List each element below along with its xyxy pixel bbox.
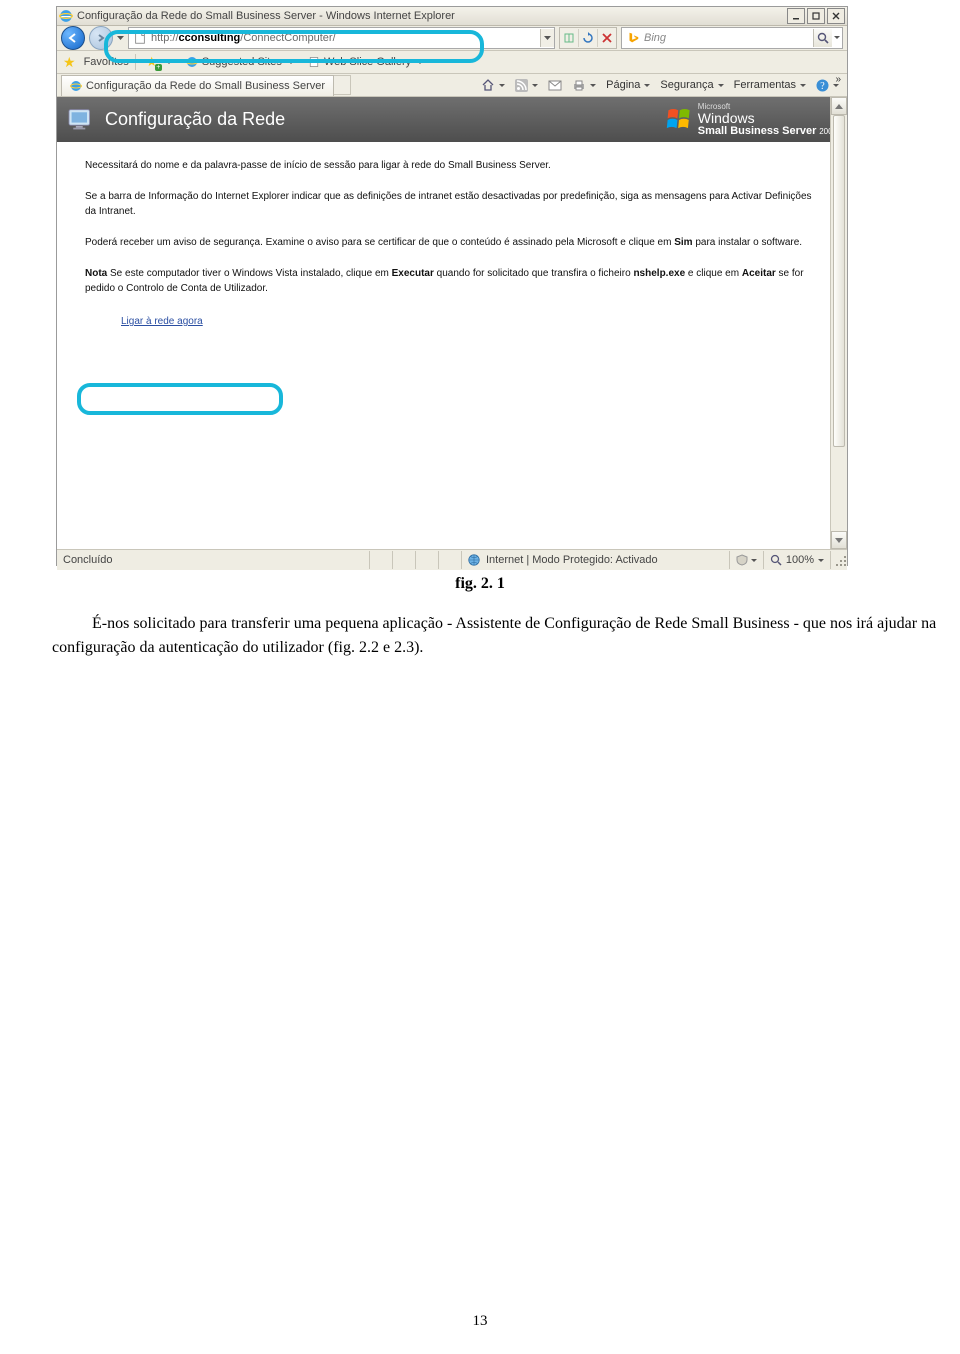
refresh-button[interactable] <box>578 29 597 47</box>
chevron-up-icon <box>835 104 843 109</box>
favorites-label[interactable]: Favoritos <box>84 56 129 68</box>
search-engine-label: Bing <box>644 32 813 44</box>
nav-row: http://cconsulting/ConnectComputer/ Bing <box>57 26 847 51</box>
address-url: http://cconsulting/ConnectComputer/ <box>151 32 540 44</box>
status-cell <box>439 551 462 569</box>
ie-icon <box>70 80 82 92</box>
status-zone: Internet | Modo Protegido: Activado <box>462 551 730 569</box>
window-titlebar: Configuração da Rede do Small Business S… <box>57 7 847 26</box>
page-title: Configuração da Rede <box>105 109 285 130</box>
compat-button[interactable] <box>560 29 578 47</box>
arrow-left-icon <box>67 32 79 44</box>
command-bar: Página Segurança Ferramentas ? » <box>477 75 843 95</box>
favorites-bar: ★ Favoritos ★ + Suggested Sites Web Slic… <box>57 51 847 74</box>
zoom-icon <box>770 554 782 566</box>
mail-icon <box>548 80 562 91</box>
monitor-icon <box>67 108 95 132</box>
close-button[interactable] <box>827 8 845 24</box>
resize-grip[interactable] <box>833 553 847 567</box>
print-button[interactable] <box>568 76 600 94</box>
chevron-down-icon <box>835 538 843 543</box>
home-button[interactable] <box>477 76 509 94</box>
search-dropdown[interactable] <box>832 36 842 40</box>
zoom-control[interactable]: 100% <box>764 551 831 569</box>
refresh-icon <box>582 32 594 44</box>
forward-button[interactable] <box>89 26 113 50</box>
connect-now-link[interactable]: Ligar à rede agora <box>121 316 203 327</box>
add-favorites-button[interactable]: ★ + <box>142 53 176 71</box>
search-box[interactable]: Bing <box>621 27 843 49</box>
favorites-star-icon[interactable]: ★ <box>63 54 76 71</box>
minimize-button[interactable] <box>787 8 805 24</box>
ie-icon <box>186 56 198 68</box>
status-bar: Concluído Internet | Modo Protegido: Act… <box>57 550 847 570</box>
stop-icon <box>602 33 612 43</box>
scroll-down-button[interactable] <box>831 531 847 549</box>
header-branding: Microsoft Windows Small Business Server … <box>666 103 837 137</box>
bing-icon <box>626 31 640 45</box>
arrow-right-icon <box>96 33 106 43</box>
search-button[interactable] <box>813 29 832 47</box>
svg-text:?: ? <box>820 81 825 92</box>
ie-icon <box>59 9 73 23</box>
window-buttons <box>787 8 845 24</box>
windows-flag-icon <box>666 107 692 133</box>
tab-row: Configuração da Rede do Small Business S… <box>57 74 847 97</box>
window-title: Configuração da Rede do Small Business S… <box>77 10 787 22</box>
page-header: Configuração da Rede Microsoft Windows S… <box>57 97 847 142</box>
status-cell <box>393 551 416 569</box>
stop-button[interactable] <box>597 29 616 47</box>
address-dropdown[interactable] <box>540 29 554 47</box>
body-text: Se a barra de Informação do Internet Exp… <box>85 189 819 219</box>
figure-caption: fig. 2. 1 <box>0 575 960 593</box>
command-overflow[interactable]: » <box>835 74 841 85</box>
suggested-sites-button[interactable]: Suggested Sites <box>182 53 298 71</box>
separator <box>135 54 136 70</box>
new-tab-button[interactable] <box>334 75 351 95</box>
page-icon <box>133 31 147 45</box>
suggested-sites-label: Suggested Sites <box>202 56 282 68</box>
safety-menu[interactable]: Segurança <box>656 76 727 94</box>
back-button[interactable] <box>61 26 85 50</box>
mail-button[interactable] <box>544 76 566 94</box>
page-menu[interactable]: Página <box>602 76 654 94</box>
refresh-stop-cluster <box>559 27 617 49</box>
page-icon <box>308 56 320 68</box>
tab-current[interactable]: Configuração da Rede do Small Business S… <box>61 75 334 96</box>
status-cell <box>416 551 439 569</box>
home-icon <box>481 78 495 92</box>
document-page: Configuração da Rede do Small Business S… <box>0 0 960 1354</box>
globe-icon <box>468 554 480 566</box>
plus-badge-icon: + <box>155 64 162 71</box>
body-text: Necessitará do nome e da palavra-passe d… <box>85 158 819 173</box>
web-slice-label: Web Slice Gallery <box>324 56 411 68</box>
address-bar[interactable]: http://cconsulting/ConnectComputer/ <box>128 27 555 49</box>
page-broken-icon <box>563 32 575 44</box>
nav-history-dropdown[interactable] <box>117 36 124 40</box>
search-icon <box>817 32 829 44</box>
tab-label: Configuração da Rede do Small Business S… <box>86 80 325 92</box>
tools-menu[interactable]: Ferramentas <box>730 76 810 94</box>
status-done: Concluído <box>57 551 370 569</box>
print-icon <box>572 79 586 92</box>
help-icon: ? <box>816 79 829 92</box>
status-cell <box>370 551 393 569</box>
note-text: Nota Se este computador tiver o Windows … <box>85 266 819 296</box>
vertical-scrollbar[interactable] <box>830 97 847 549</box>
body-text: Poderá receber um aviso de segurança. Ex… <box>85 235 819 250</box>
feeds-button[interactable] <box>511 76 542 94</box>
page-content: Configuração da Rede Microsoft Windows S… <box>57 97 847 550</box>
document-paragraph: É-nos solicitado para transferir uma peq… <box>52 612 958 660</box>
shield-icon <box>736 554 748 566</box>
rss-icon <box>515 79 528 92</box>
scroll-thumb[interactable] <box>833 115 845 447</box>
protected-mode-button[interactable] <box>730 551 764 569</box>
maximize-button[interactable] <box>807 8 825 24</box>
scroll-up-button[interactable] <box>831 97 847 115</box>
screenshot-ie-window: Configuração da Rede do Small Business S… <box>56 6 848 566</box>
page-number: 13 <box>0 1313 960 1330</box>
web-slice-button[interactable]: Web Slice Gallery <box>304 53 427 71</box>
page-body: Necessitará do nome e da palavra-passe d… <box>57 142 847 329</box>
connect-link-row: Ligar à rede agora <box>121 314 819 329</box>
